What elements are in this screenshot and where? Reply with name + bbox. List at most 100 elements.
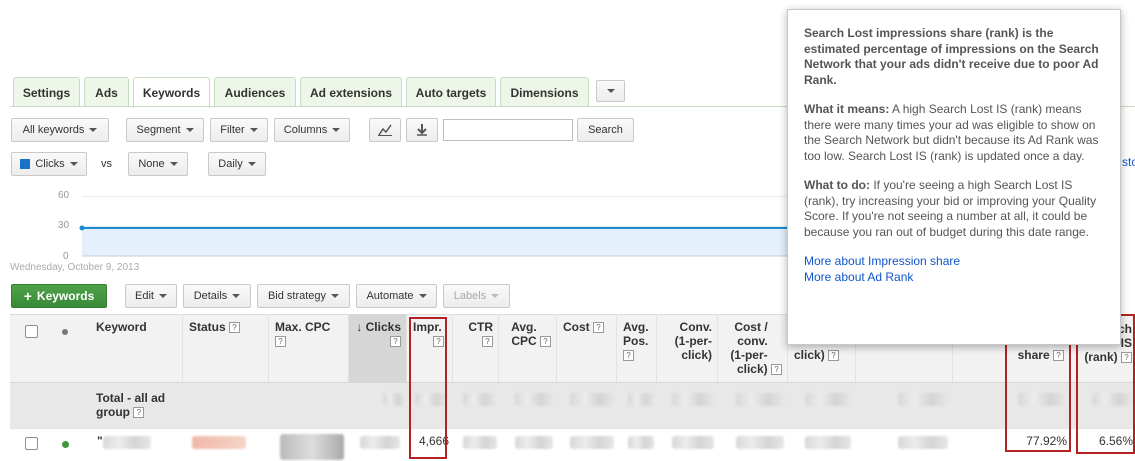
metric1-label: Clicks	[35, 158, 65, 170]
labels-label: Labels	[453, 290, 487, 302]
col-cost[interactable]: Cost ?	[557, 314, 617, 382]
y-tick-30: 30	[58, 220, 70, 231]
redacted-value	[383, 393, 405, 406]
total-row-label: Total - all ad group ?	[96, 391, 176, 419]
line-chart-icon	[378, 124, 392, 136]
tab-settings[interactable]: Settings	[13, 77, 80, 107]
col-conv-rate-label: click)	[794, 348, 825, 362]
keyword-cell[interactable]: "	[97, 434, 103, 448]
help-icon[interactable]: ?	[771, 364, 782, 376]
automate-label: Automate	[366, 290, 414, 302]
col-clicks-label: Clicks	[365, 320, 401, 334]
filter-dropdown[interactable]: Filter	[210, 118, 268, 142]
col-avg-pos-label: Avg. Pos.	[623, 320, 649, 348]
popup-title: Search Lost impressions share (rank) is …	[804, 26, 1099, 87]
download-icon	[417, 124, 427, 136]
chevron-down-icon	[247, 162, 256, 166]
chevron-down-icon	[232, 294, 241, 298]
tab-ads[interactable]: Ads	[84, 77, 129, 107]
tab-auto-targets[interactable]: Auto targets	[406, 77, 496, 107]
col-conv-label: Conv. (1-per-click)	[674, 320, 712, 362]
plus-icon: +	[23, 288, 32, 304]
more-tabs-button[interactable]	[596, 80, 625, 102]
search-button[interactable]: Search	[577, 118, 634, 142]
col-ctr-label: CTR	[468, 320, 493, 334]
chevron-down-icon	[249, 128, 258, 132]
metric2-dropdown[interactable]: None	[128, 152, 188, 176]
help-icon[interactable]: ?	[229, 322, 241, 334]
ad-rank-link[interactable]: More about Ad Rank	[804, 270, 1104, 286]
redacted-status	[192, 436, 246, 449]
redacted-clicks	[360, 436, 400, 449]
help-popup: Search Lost impressions share (rank) is …	[787, 9, 1121, 345]
status-dot-icon	[62, 329, 68, 335]
what-to-do-label: What to do:	[804, 178, 870, 192]
row-checkbox[interactable]	[25, 437, 38, 450]
bid-strategy-dropdown[interactable]: Bid strategy	[257, 284, 350, 308]
col-keyword-label: Keyword	[96, 320, 147, 334]
chevron-down-icon	[332, 128, 341, 132]
redacted-value	[570, 436, 614, 449]
help-icon[interactable]: ?	[623, 350, 634, 362]
chevron-down-icon	[606, 89, 615, 93]
sort-down-icon: ↓	[356, 320, 363, 334]
automate-dropdown[interactable]: Automate	[356, 284, 437, 308]
details-dropdown[interactable]: Details	[183, 284, 251, 308]
popup-what-it-means: What it means: A high Search Lost IS (ra…	[804, 102, 1104, 164]
redacted-value	[898, 393, 948, 406]
help-icon[interactable]: ?	[593, 322, 605, 334]
col-ctr[interactable]: CTR?	[453, 314, 499, 382]
clicks-point[interactable]	[79, 225, 85, 231]
col-avg-pos[interactable]: Avg. Pos.?	[617, 314, 657, 382]
redacted-value	[805, 436, 851, 449]
add-keywords-label: Keywords	[36, 289, 95, 303]
col-avg-cpc-label: Avg. CPC	[511, 320, 537, 348]
col-max-cpc[interactable]: Max. CPC ?	[269, 314, 349, 382]
labels-dropdown[interactable]: Labels	[443, 284, 510, 308]
help-icon[interactable]: ?	[540, 336, 551, 348]
help-icon[interactable]: ?	[275, 336, 286, 348]
col-cost-conv[interactable]: Cost / conv. (1-per-click) ?	[718, 314, 788, 382]
tab-ad-extensions[interactable]: Ad extensions	[300, 77, 402, 107]
help-icon[interactable]: ?	[828, 350, 840, 362]
search-input[interactable]	[443, 119, 573, 141]
columns-dropdown[interactable]: Columns	[274, 118, 350, 142]
granularity-dropdown[interactable]: Daily	[208, 152, 266, 176]
col-clicks[interactable]: ↓ Clicks?	[349, 314, 407, 382]
col-cost-conv-label: Cost / conv. (1-per-click)	[730, 320, 768, 376]
granularity-label: Daily	[218, 158, 243, 170]
clicks-chart	[79, 225, 788, 257]
col-cost-label: Cost	[563, 320, 590, 334]
segment-dropdown[interactable]: Segment	[126, 118, 204, 142]
help-icon[interactable]: ?	[482, 336, 493, 348]
help-icon[interactable]: ?	[390, 336, 401, 348]
toggle-graph-button[interactable]	[369, 118, 401, 142]
edit-dropdown[interactable]: Edit	[125, 284, 177, 308]
col-keyword[interactable]: Keyword	[90, 314, 183, 382]
total-label-text: Total - all ad group	[96, 391, 166, 419]
tab-dimensions[interactable]: Dimensions	[500, 77, 589, 107]
redacted-value	[628, 436, 654, 449]
edit-label: Edit	[135, 290, 154, 302]
impression-share-link[interactable]: More about Impression share	[804, 254, 1104, 270]
chevron-down-icon	[331, 294, 340, 298]
add-keywords-button[interactable]: + Keywords	[11, 284, 107, 308]
select-all-checkbox[interactable]	[25, 325, 38, 338]
clicks-area	[82, 228, 788, 256]
metric1-dropdown[interactable]: Clicks	[11, 152, 87, 176]
details-label: Details	[193, 290, 228, 302]
redacted-max-cpc	[280, 434, 344, 460]
edge-link-text[interactable]: sto	[1122, 155, 1135, 169]
chevron-down-icon	[491, 294, 500, 298]
metric2-label: None	[138, 158, 165, 170]
tab-keywords[interactable]: Keywords	[133, 77, 210, 108]
col-conv[interactable]: Conv. (1-per-click)	[657, 314, 718, 382]
col-status[interactable]: Status ?	[183, 314, 269, 382]
y-tick-60: 60	[58, 190, 70, 201]
redacted-value	[672, 436, 714, 449]
col-avg-cpc[interactable]: Avg. CPC ?	[499, 314, 557, 382]
all-keywords-dropdown[interactable]: All keywords	[11, 118, 109, 142]
help-icon[interactable]: ?	[133, 407, 145, 419]
tab-audiences[interactable]: Audiences	[214, 77, 296, 107]
download-button[interactable]	[406, 118, 438, 142]
